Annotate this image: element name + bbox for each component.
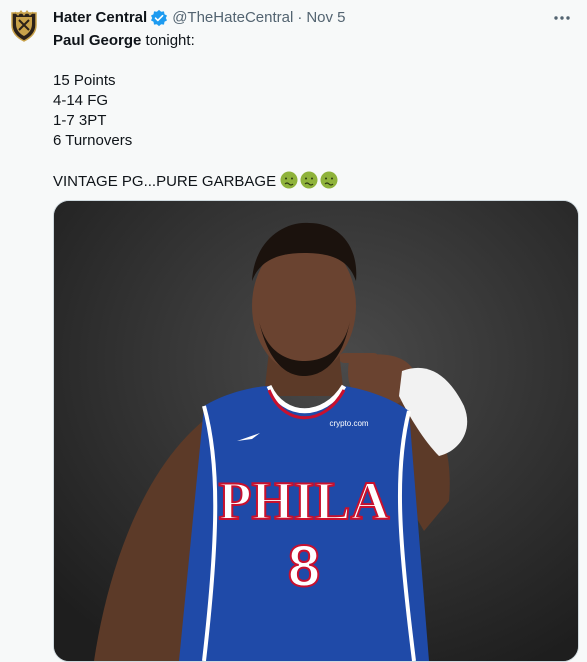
closing-line: VINTAGE PG...PURE GARBAGE bbox=[53, 171, 575, 192]
stat-line: 6 Turnovers bbox=[53, 132, 133, 149]
closing-text: VINTAGE PG...PURE GARBAGE bbox=[53, 173, 277, 190]
tweet-header: Hater Central @TheHateCentral · Nov 5 bbox=[53, 8, 547, 28]
more-options-icon[interactable] bbox=[551, 8, 573, 28]
stat-line: 4-14 FG bbox=[53, 92, 109, 109]
display-name[interactable]: Hater Central bbox=[53, 8, 147, 28]
jersey-number: 8 bbox=[288, 534, 320, 599]
nauseated-face-icon bbox=[280, 171, 298, 189]
tweet-text: Paul George tonight: 15 Points 4-14 FG 1… bbox=[53, 31, 575, 192]
separator-dot: · bbox=[297, 9, 303, 26]
player-photo: PHILA 8 crypto.com bbox=[54, 201, 578, 661]
intro-rest: tonight: bbox=[141, 32, 195, 49]
emoji-group bbox=[280, 171, 338, 189]
nauseated-face-icon bbox=[320, 171, 338, 189]
sponsor-patch: crypto.com bbox=[329, 419, 368, 428]
crest-logo-icon bbox=[11, 10, 37, 42]
avatar[interactable] bbox=[6, 8, 42, 44]
tweet-card[interactable]: Hater Central @TheHateCentral · Nov 5 Pa… bbox=[0, 0, 587, 662]
tweet-media-photo[interactable]: PHILA 8 crypto.com bbox=[53, 200, 579, 662]
stat-line: 1-7 3PT bbox=[53, 112, 107, 129]
intro-line: Paul George tonight: bbox=[53, 31, 575, 51]
account-handle[interactable]: @TheHateCentral bbox=[172, 8, 293, 28]
tweet-date[interactable]: Nov 5 bbox=[306, 8, 345, 28]
mention-name[interactable]: Paul George bbox=[53, 32, 141, 49]
jersey-text: PHILA bbox=[218, 471, 389, 531]
nauseated-face-icon bbox=[300, 171, 318, 189]
verified-badge-icon bbox=[150, 9, 168, 27]
stat-line: 15 Points bbox=[53, 72, 116, 89]
